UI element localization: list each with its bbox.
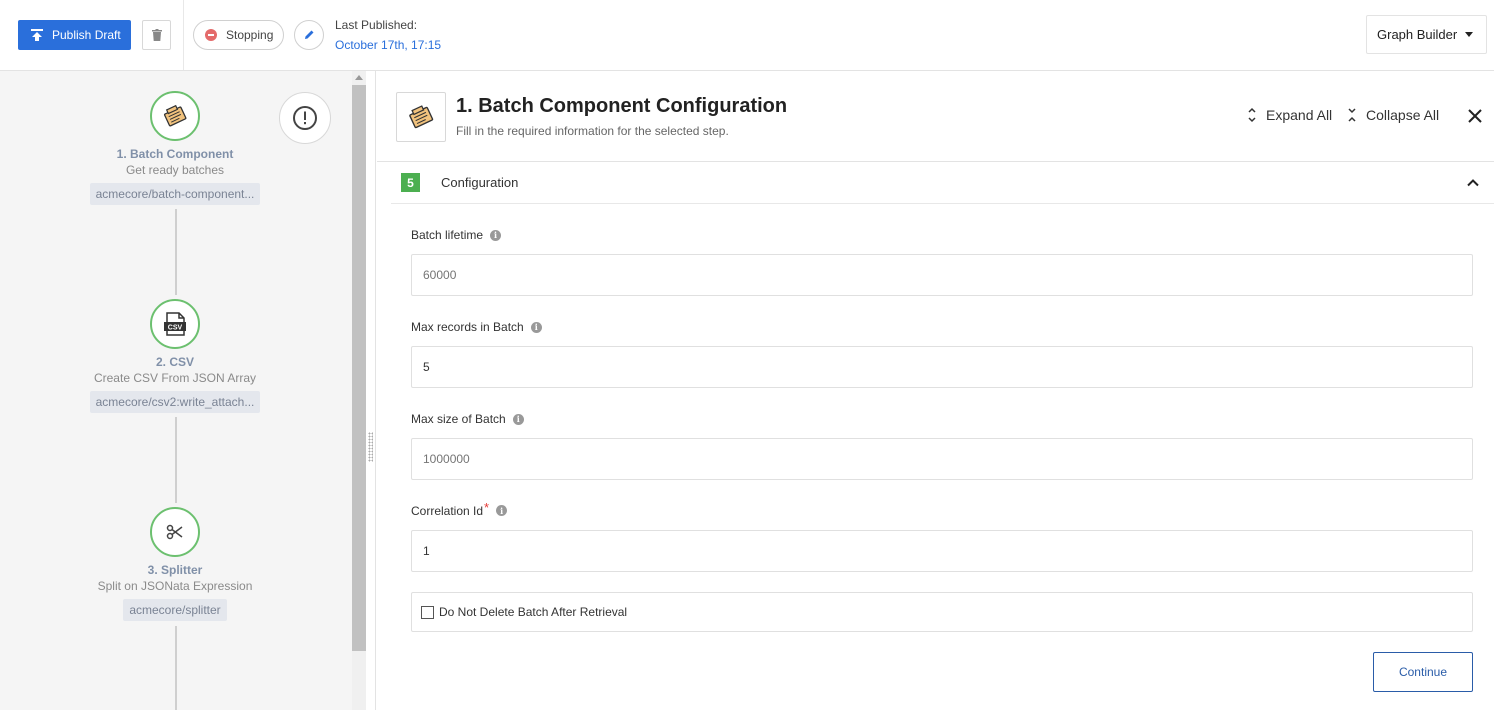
trash-icon (151, 29, 162, 41)
flow-node-batch-component[interactable]: 1. Batch Component Get ready batches acm… (75, 91, 275, 208)
info-icon[interactable]: i (512, 413, 524, 425)
top-toolbar: Publish Draft Stopping Last Published: O… (0, 0, 1494, 71)
max-records-label: Max records in Batch i (411, 320, 542, 334)
max-records-label-text: Max records in Batch (411, 320, 524, 334)
batch-lifetime-input[interactable] (411, 254, 1473, 296)
last-published-date[interactable]: October 17th, 17:15 (335, 38, 441, 52)
step-number-badge: 5 (401, 173, 420, 192)
node-icon-circle (150, 91, 200, 141)
info-icon[interactable]: i (496, 505, 508, 516)
batch-lifetime-label-text: Batch lifetime (411, 228, 484, 242)
required-asterisk: * (484, 500, 490, 515)
view-selector-label: Graph Builder (1377, 27, 1458, 42)
batch-icon (163, 104, 187, 127)
flow-node-splitter[interactable]: 3. Splitter Split on JSONata Expression … (75, 507, 275, 624)
correlation-id-label-text: Correlation Id (411, 503, 484, 518)
info-icon[interactable]: i (530, 321, 542, 333)
max-records-input[interactable]: 5 (411, 346, 1473, 388)
upload-icon (31, 29, 43, 41)
flow-connector (175, 417, 177, 503)
flow-connector (175, 209, 177, 295)
node-title: 3. Splitter (147, 563, 203, 577)
scissors-icon (166, 524, 183, 540)
batch-lifetime-label: Batch lifetime i (411, 228, 502, 242)
collapse-all-button[interactable]: Collapse All (1347, 107, 1439, 123)
flow-status-label: Stopping (226, 28, 274, 42)
alert-button[interactable] (279, 92, 331, 144)
toolbar-divider (183, 0, 184, 70)
flow-scrollbar[interactable] (352, 71, 366, 710)
continue-button[interactable]: Continue (1373, 652, 1473, 692)
delete-draft-button[interactable] (142, 20, 171, 50)
step-configuration-panel: 1. Batch Component Configuration Fill in… (377, 71, 1494, 710)
node-subtitle: Get ready batches (125, 163, 225, 177)
correlation-id-value: 1 (423, 544, 430, 558)
panel-subtitle: Fill in the required information for the… (456, 124, 729, 138)
collapse-icon (1348, 108, 1356, 122)
do-not-delete-batch-checkbox[interactable] (421, 605, 434, 619)
node-component-tag: acmecore/batch-component... (89, 183, 261, 205)
max-size-label: Max size of Batch i (411, 412, 524, 426)
do-not-delete-batch-label: Do Not Delete Batch After Retrieval (439, 605, 628, 619)
section-label: Configuration (441, 175, 519, 190)
edit-button[interactable] (294, 20, 324, 50)
info-icon[interactable]: i (490, 229, 502, 241)
step-icon-box (396, 92, 446, 142)
node-subtitle: Create CSV From JSON Array (93, 371, 257, 385)
node-icon-circle (150, 507, 200, 557)
node-component-tag: acmecore/splitter (123, 599, 227, 621)
expand-icon (1248, 107, 1256, 123)
node-subtitle: Split on JSONata Expression (97, 579, 253, 593)
last-published-label: Last Published: (335, 18, 418, 32)
node-icon-circle: CSV (150, 299, 200, 349)
chevron-up-icon[interactable] (1467, 177, 1479, 189)
pencil-icon (305, 30, 314, 39)
panel-divider (366, 71, 376, 710)
node-component-tag: acmecore/csv2:write_attach... (89, 391, 261, 413)
configuration-section-header[interactable]: 5 Configuration (391, 162, 1494, 204)
max-size-input[interactable] (411, 438, 1473, 480)
correlation-id-input[interactable]: 1 (411, 530, 1473, 572)
panel-title: 1. Batch Component Configuration (456, 95, 788, 117)
expand-all-button[interactable]: Expand All (1247, 107, 1332, 123)
publish-draft-label: Publish Draft (52, 28, 121, 42)
flow-node-csv[interactable]: CSV 2. CSV Create CSV From JSON Array ac… (75, 299, 275, 416)
flow-status-button[interactable]: Stopping (193, 20, 284, 50)
collapse-all-label: Collapse All (1366, 107, 1440, 123)
batch-icon (409, 105, 434, 129)
stop-icon (205, 29, 217, 41)
view-selector-dropdown[interactable]: Graph Builder (1366, 15, 1487, 54)
resize-handle[interactable] (368, 432, 373, 462)
csv-icon: CSV (164, 312, 186, 336)
max-records-value: 5 (423, 360, 430, 374)
continue-label: Continue (1398, 665, 1448, 679)
max-size-label-text: Max size of Batch (411, 412, 506, 426)
scrollbar-thumb[interactable] (352, 85, 366, 651)
do-not-delete-batch-option[interactable]: Do Not Delete Batch After Retrieval (411, 592, 1473, 632)
publish-draft-button[interactable]: Publish Draft (18, 20, 131, 50)
chevron-down-icon (1465, 32, 1474, 37)
exclamation-icon (293, 106, 317, 130)
flow-canvas[interactable]: 1. Batch Component Get ready batches acm… (0, 71, 352, 710)
close-icon[interactable] (1466, 107, 1484, 125)
node-title: 1. Batch Component (116, 147, 234, 161)
expand-all-label: Expand All (1266, 107, 1333, 123)
scroll-up-arrow[interactable] (355, 75, 363, 80)
svg-text:CSV: CSV (168, 325, 183, 332)
node-title: 2. CSV (155, 355, 194, 369)
correlation-id-label: Correlation Id * i (411, 500, 508, 518)
flow-connector (175, 626, 177, 710)
